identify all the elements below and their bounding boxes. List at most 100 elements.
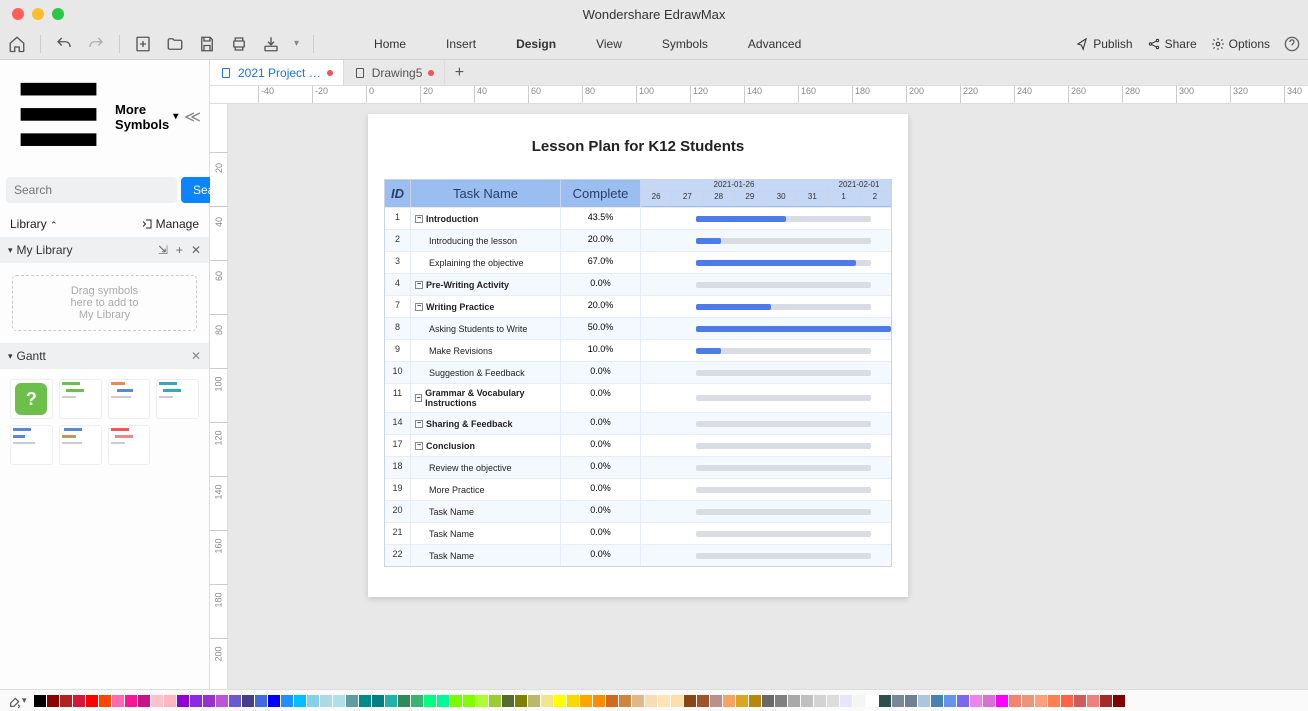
expand-icon[interactable]: − (415, 442, 423, 450)
home-icon[interactable] (8, 35, 26, 53)
gantt-shape-2[interactable] (108, 379, 151, 419)
color-swatch[interactable] (931, 695, 943, 707)
add-tab-button[interactable]: + (445, 60, 473, 85)
redo-icon[interactable] (87, 35, 105, 53)
share-button[interactable]: Share (1147, 37, 1197, 51)
color-swatch[interactable] (749, 695, 761, 707)
open-icon[interactable] (166, 35, 184, 53)
color-swatch[interactable] (203, 695, 215, 707)
color-swatch[interactable] (788, 695, 800, 707)
close-window-button[interactable] (12, 8, 24, 20)
expand-icon[interactable]: − (415, 303, 423, 311)
new-doc-icon[interactable] (134, 35, 152, 53)
color-swatch[interactable] (450, 695, 462, 707)
color-swatch[interactable] (333, 695, 345, 707)
menu-symbols[interactable]: Symbols (662, 37, 708, 51)
search-input[interactable] (6, 177, 177, 203)
color-swatch[interactable] (580, 695, 592, 707)
color-swatch[interactable] (372, 695, 384, 707)
gantt-row[interactable]: 14 −Sharing & Feedback 0.0% (385, 412, 891, 434)
color-swatch[interactable] (164, 695, 176, 707)
color-swatch[interactable] (1009, 695, 1021, 707)
color-swatch[interactable] (606, 695, 618, 707)
color-swatch[interactable] (307, 695, 319, 707)
document-tab[interactable]: Drawing5 (344, 60, 446, 85)
color-swatch[interactable] (892, 695, 904, 707)
color-swatch[interactable] (736, 695, 748, 707)
color-swatch[interactable] (619, 695, 631, 707)
menu-advanced[interactable]: Advanced (748, 37, 801, 51)
library-toggle[interactable]: Library ⌃ (10, 217, 58, 231)
color-swatch[interactable] (814, 695, 826, 707)
gantt-row[interactable]: 9 Make Revisions 10.0% (385, 339, 891, 361)
color-swatch[interactable] (34, 695, 46, 707)
options-button[interactable]: Options (1211, 37, 1270, 51)
gantt-row[interactable]: 7 −Writing Practice 20.0% (385, 295, 891, 317)
print-icon[interactable] (230, 35, 248, 53)
color-swatch[interactable] (151, 695, 163, 707)
sidebar-title[interactable]: More Symbols ▾ (115, 102, 178, 132)
color-swatch[interactable] (879, 695, 891, 707)
manage-button[interactable]: Manage (141, 217, 199, 231)
help-icon[interactable] (1284, 36, 1300, 52)
color-swatch[interactable] (190, 695, 202, 707)
color-swatch[interactable] (593, 695, 605, 707)
color-swatch[interactable] (983, 695, 995, 707)
color-swatch[interactable] (1100, 695, 1112, 707)
maximize-window-button[interactable] (52, 8, 64, 20)
collapse-sidebar-icon[interactable]: ≪ (184, 107, 201, 127)
color-swatch[interactable] (346, 695, 358, 707)
gantt-row[interactable]: 19 More Practice 0.0% (385, 478, 891, 500)
gantt-shape-1[interactable] (59, 379, 102, 419)
gantt-row[interactable]: 22 Task Name 0.0% (385, 544, 891, 566)
color-swatch[interactable] (47, 695, 59, 707)
color-swatch[interactable] (125, 695, 137, 707)
add-lib-icon[interactable]: + (176, 243, 183, 257)
color-swatch[interactable] (359, 695, 371, 707)
gantt-shape-3[interactable] (156, 379, 199, 419)
color-swatch[interactable] (385, 695, 397, 707)
color-swatch[interactable] (853, 695, 865, 707)
menu-insert[interactable]: Insert (446, 37, 476, 51)
library-dropzone[interactable]: Drag symbols here to add to My Library (12, 275, 197, 331)
undo-icon[interactable] (55, 35, 73, 53)
gantt-row[interactable]: 4 −Pre-Writing Activity 0.0% (385, 273, 891, 295)
color-swatch[interactable] (294, 695, 306, 707)
color-swatch[interactable] (1022, 695, 1034, 707)
color-swatch[interactable] (476, 695, 488, 707)
color-swatch[interactable] (827, 695, 839, 707)
color-swatch[interactable] (437, 695, 449, 707)
color-swatch[interactable] (970, 695, 982, 707)
color-swatch[interactable] (502, 695, 514, 707)
color-swatch[interactable] (112, 695, 124, 707)
gantt-shape-5[interactable] (59, 425, 102, 465)
color-swatch[interactable] (138, 695, 150, 707)
gantt-row[interactable]: 2 Introducing the lesson 20.0% (385, 229, 891, 251)
color-swatch[interactable] (1087, 695, 1099, 707)
gantt-shape-6[interactable] (108, 425, 151, 465)
save-icon[interactable] (198, 35, 216, 53)
close-lib-icon[interactable]: ✕ (191, 243, 201, 257)
color-swatch[interactable] (463, 695, 475, 707)
gantt-row[interactable]: 21 Task Name 0.0% (385, 522, 891, 544)
color-swatch[interactable] (99, 695, 111, 707)
canvas[interactable]: Lesson Plan for K12 Students ID Task Nam… (228, 104, 1308, 689)
color-swatch[interactable] (242, 695, 254, 707)
expand-icon[interactable]: − (415, 281, 423, 289)
color-swatch[interactable] (268, 695, 280, 707)
help-shape[interactable]: ? (10, 379, 53, 419)
gantt-chart[interactable]: ID Task Name Complete 2021-01-262021-02-… (384, 179, 892, 567)
color-swatch[interactable] (944, 695, 956, 707)
color-swatch[interactable] (710, 695, 722, 707)
color-swatch[interactable] (762, 695, 774, 707)
color-swatch[interactable] (632, 695, 644, 707)
expand-icon[interactable]: − (415, 394, 422, 402)
color-swatch[interactable] (840, 695, 852, 707)
gantt-row[interactable]: 20 Task Name 0.0% (385, 500, 891, 522)
close-gantt-section-icon[interactable]: ✕ (191, 349, 201, 363)
gantt-row[interactable]: 3 Explaining the objective 67.0% (385, 251, 891, 273)
color-swatch[interactable] (918, 695, 930, 707)
gantt-row[interactable]: 11 −Grammar & Vocabulary Instructions 0.… (385, 383, 891, 412)
color-swatch[interactable] (281, 695, 293, 707)
color-swatch[interactable] (1048, 695, 1060, 707)
